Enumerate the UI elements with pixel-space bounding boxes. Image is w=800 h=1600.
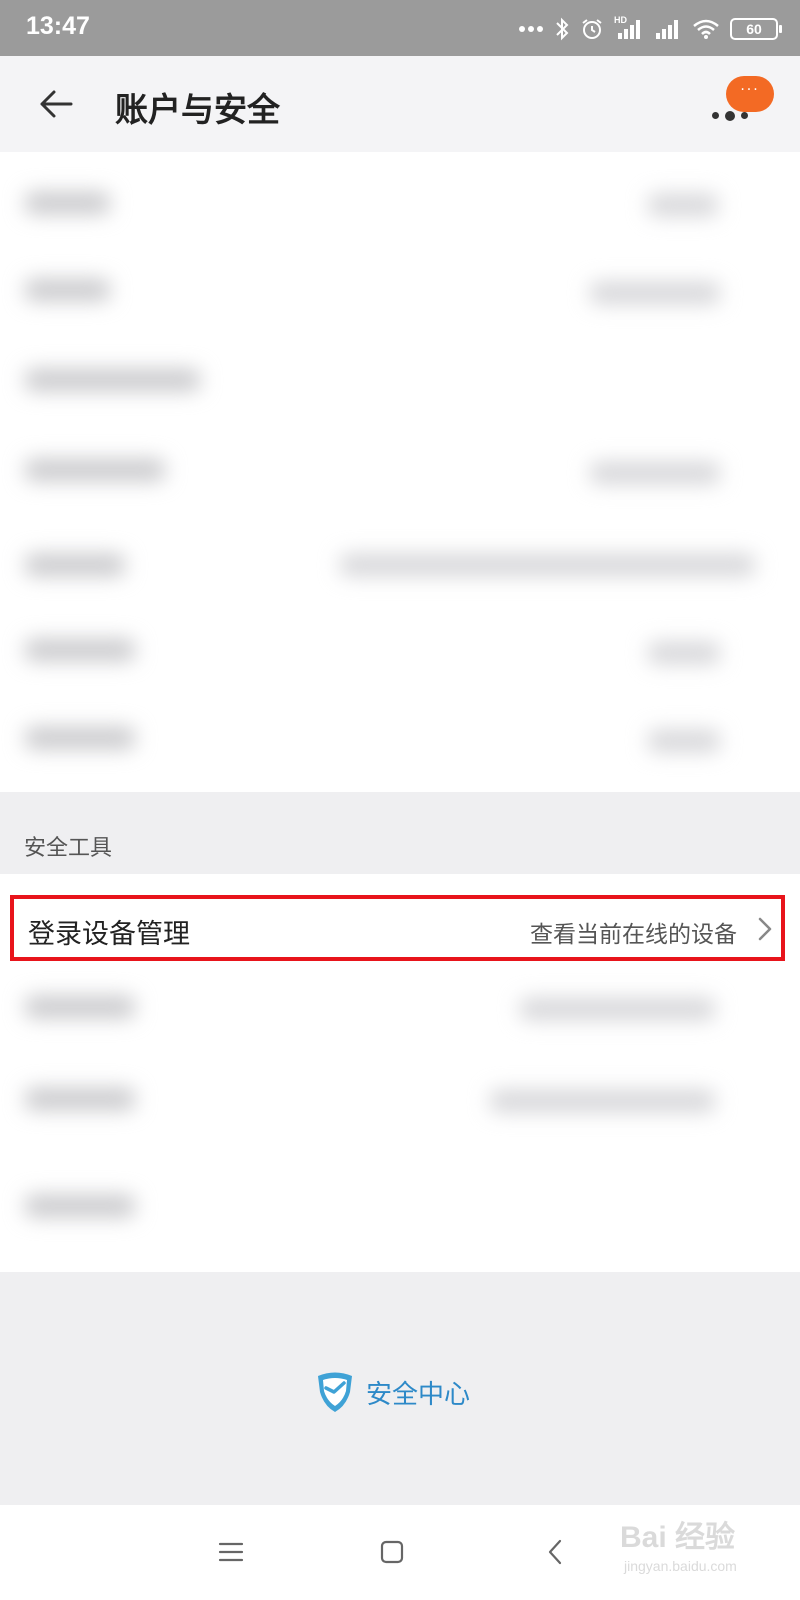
status-icons: HD 60 (518, 14, 782, 44)
signal-icon (656, 20, 678, 39)
section-label-security-tools: 安全工具 (24, 836, 113, 861)
watermark-main: Bai 经验 (620, 1521, 736, 1554)
battery-level: 60 (746, 21, 762, 37)
security-center-link[interactable]: 安全中心 (314, 1370, 470, 1414)
device-management-label: 登录设备管理 (28, 919, 190, 950)
security-center-label: 安全中心 (366, 1379, 471, 1410)
alarm-icon (582, 19, 602, 39)
baidu-jingyan-watermark: Bai 经验 jingyan.baidu.com (612, 1508, 762, 1588)
app-header: 账户与安全 ··· (0, 56, 800, 152)
menu-button[interactable] (206, 1527, 256, 1577)
status-bar: 13:47 HD 60 (0, 0, 800, 56)
login-device-management-row[interactable]: 登录设备管理 查看当前在线的设备 (10, 895, 785, 961)
list-item[interactable] (0, 692, 800, 782)
page-title: 账户与安全 (115, 90, 280, 129)
wifi-icon (693, 19, 719, 39)
battery-icon: 60 (730, 18, 782, 40)
list-item[interactable] (0, 337, 800, 427)
back-chevron-icon (548, 1539, 562, 1565)
more-dots-icon (519, 26, 543, 32)
device-management-value: 查看当前在线的设备 (530, 922, 737, 948)
bluetooth-icon (556, 17, 569, 41)
back-button[interactable] (28, 76, 84, 132)
list-item[interactable] (0, 157, 800, 247)
watermark-sub: jingyan.baidu.com (624, 1558, 737, 1574)
list-item[interactable] (0, 522, 800, 612)
list-item[interactable] (0, 607, 800, 697)
home-button[interactable] (367, 1527, 417, 1577)
menu-icon (218, 1542, 244, 1562)
chevron-right-icon (758, 917, 772, 941)
shield-icon (318, 1372, 352, 1412)
list-item[interactable] (0, 427, 800, 517)
signal-hd-icon: HD (614, 15, 644, 41)
notification-badge: ··· (726, 76, 774, 112)
more-button[interactable]: ··· (704, 76, 774, 136)
list-item[interactable] (0, 964, 800, 1054)
list-item[interactable] (0, 1054, 800, 1144)
more-dots-icon (712, 110, 748, 121)
list-item[interactable] (0, 247, 800, 337)
blurred-settings-list (0, 152, 800, 792)
list-item[interactable] (0, 1159, 800, 1249)
home-square-icon (380, 1540, 404, 1564)
status-time: 13:47 (26, 12, 90, 40)
nav-back-button[interactable] (530, 1527, 580, 1577)
arrow-left-icon (40, 90, 73, 118)
